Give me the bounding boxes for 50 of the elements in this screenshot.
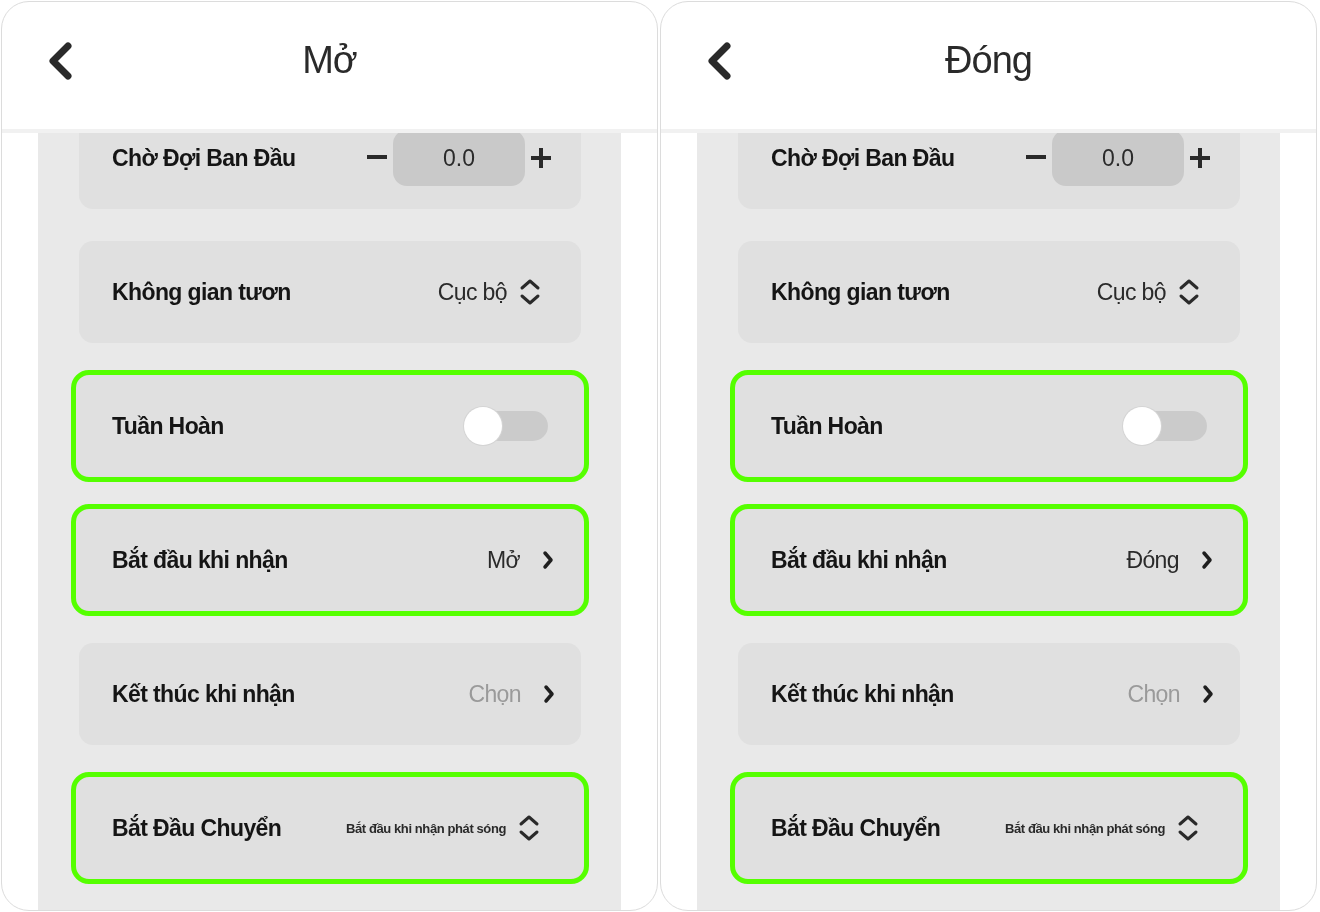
setting-label: Bắt đầu khi nhận [771, 546, 947, 574]
page-title: Đóng [945, 39, 1032, 82]
setting-row[interactable]: Không gian tươn Cục bộ [79, 241, 581, 343]
setting-row[interactable]: Bắt Đầu Chuyển Bắt đầu khi nhận phát sóng [730, 772, 1248, 884]
setting-label: Tuần Hoàn [771, 412, 883, 440]
setting-row[interactable]: Kết thúc khi nhận Chọn [79, 643, 581, 745]
row-value: Chọn [468, 680, 521, 708]
minus-button[interactable] [1026, 155, 1046, 161]
setting-row[interactable]: Tuần Hoàn [730, 370, 1248, 482]
setting-label: Bắt đầu khi nhận [112, 546, 288, 574]
plus-button[interactable] [1190, 148, 1210, 168]
setting-row[interactable]: Kết thúc khi nhận Chọn [738, 643, 1240, 745]
up-down-icon[interactable] [518, 814, 540, 842]
row-value: Chọn [1127, 680, 1180, 708]
setting-row[interactable]: Bắt đầu khi nhận Đóng [730, 504, 1248, 616]
setting-label: Bắt Đầu Chuyển [112, 814, 282, 842]
select-value[interactable]: Bắt đầu khi nhận phát sóng [345, 820, 506, 836]
row-value: Mở [486, 546, 520, 574]
setting-row[interactable]: Chờ Đợi Ban Đầu 0.0 [79, 133, 581, 209]
number-field[interactable]: 0.0 [1052, 133, 1184, 186]
minus-button[interactable] [367, 155, 387, 161]
setting-label: Bắt Đầu Chuyển [771, 814, 941, 842]
number-field[interactable]: 0.0 [393, 133, 525, 186]
up-down-icon[interactable] [519, 278, 541, 306]
setting-label: Không gian tươn [112, 278, 291, 306]
setting-row[interactable]: Chờ Đợi Ban Đầu 0.0 [738, 133, 1240, 209]
row-value: Đóng [1126, 546, 1179, 574]
up-down-icon[interactable] [1178, 278, 1200, 306]
setting-row[interactable]: Tuần Hoàn [71, 370, 589, 482]
up-down-icon[interactable] [1177, 814, 1199, 842]
chevron-right-icon [543, 684, 555, 704]
chevron-right-icon [1202, 684, 1214, 704]
setting-label: Không gian tươn [771, 278, 950, 306]
setting-label: Tuần Hoàn [112, 412, 224, 440]
select-value[interactable]: Cục bộ [437, 278, 507, 306]
setting-row[interactable]: Không gian tươn Cục bộ [738, 241, 1240, 343]
select-value[interactable]: Bắt đầu khi nhận phát sóng [1004, 820, 1165, 836]
setting-label: Chờ Đợi Ban Đầu [771, 144, 955, 172]
plus-button[interactable] [531, 148, 551, 168]
page-title: Mở [302, 39, 357, 82]
chevron-right-icon [1201, 550, 1213, 570]
chevron-right-icon [542, 550, 554, 570]
setting-row[interactable]: Bắt đầu khi nhận Mở [71, 504, 589, 616]
back-icon [48, 41, 72, 80]
select-value[interactable]: Cục bộ [1096, 278, 1166, 306]
setting-label: Chờ Đợi Ban Đầu [112, 144, 296, 172]
setting-label: Kết thúc khi nhận [771, 680, 954, 708]
setting-row[interactable]: Bắt Đầu Chuyển Bắt đầu khi nhận phát sóng [71, 772, 589, 884]
back-icon [707, 41, 731, 80]
setting-label: Kết thúc khi nhận [112, 680, 295, 708]
